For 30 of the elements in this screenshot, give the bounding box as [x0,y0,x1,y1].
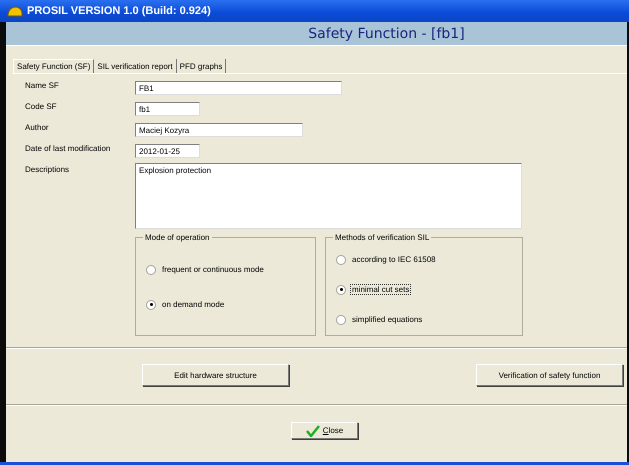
radio-button[interactable] [146,300,156,310]
field-label: Author [25,122,50,134]
field-label: Name SF [25,80,60,92]
radio-button[interactable] [336,254,346,264]
option-label[interactable]: according to IEC 61508 [350,254,438,265]
radio-button[interactable] [336,284,346,294]
input-field[interactable]: Maciej Kozyra [135,123,303,137]
option-label[interactable]: minimal cut sets [350,284,412,295]
group-title: Mode of operation [144,233,210,242]
action-button[interactable]: Edit hardware structure [142,364,289,386]
helmet-icon [7,4,23,18]
input-field[interactable]: 2012-01-25 [135,144,200,158]
option-label[interactable]: on demand mode [160,299,226,310]
checkmark-icon [306,424,320,436]
text-area[interactable]: Explosion protection [135,163,522,229]
input-field[interactable]: FB1 [135,81,342,95]
field-label: Descriptions [25,164,70,176]
field-label: Code SF [25,101,58,113]
radio-button[interactable] [336,314,346,324]
page-title: Safety Function - [fb1] [308,26,465,42]
field-label: Date of last modification [25,143,112,155]
radio-button[interactable] [146,264,156,274]
input-field[interactable]: fb1 [135,102,200,116]
action-button[interactable]: Verification of safety function [476,364,623,386]
option-label[interactable]: simplified equations [350,314,424,325]
window-title: PROSIL VERSION 1.0 (Build: 0.924) [27,5,211,17]
tab[interactable]: Safety Function (SF) [13,59,94,73]
group-title: Methods of verification SIL [334,233,430,242]
close-button[interactable]: Close [291,422,358,439]
option-label[interactable]: frequent or continuous mode [160,264,266,275]
